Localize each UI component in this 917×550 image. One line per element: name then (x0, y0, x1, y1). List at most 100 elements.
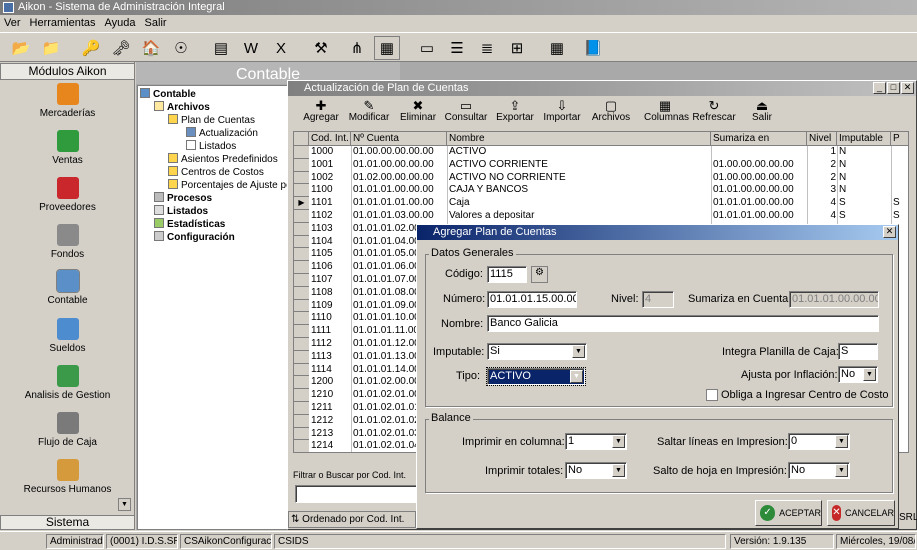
scroll-down-icon[interactable]: ▼ (118, 498, 131, 511)
row-selector[interactable] (294, 325, 309, 338)
column-header[interactable]: P (891, 132, 908, 146)
row-selector[interactable] (294, 389, 309, 402)
row-selector[interactable] (294, 440, 309, 452)
menu-ayuda[interactable]: Ayuda (105, 17, 136, 29)
row-selector[interactable] (294, 414, 309, 428)
tree-node-porcentajes[interactable]: Porcentajes de Ajuste por I (168, 179, 288, 192)
table-row[interactable]: ▶ 1101 01.01.01.01.00.00 Caja 01.01.01.00.00… (294, 197, 908, 211)
row-selector[interactable] (294, 274, 309, 287)
exportar-button[interactable]: ⇪ Exportar (494, 98, 536, 123)
tree-node-actualizacion[interactable]: Actualización (186, 127, 258, 140)
salir-button[interactable]: ⏏ Salir (748, 98, 776, 123)
chevron-down-icon[interactable]: ▼ (863, 368, 876, 381)
report-icon[interactable]: ▤ (208, 36, 234, 60)
tree-node-plan-cuentas[interactable]: Plan de Cuentas (168, 114, 255, 127)
row-selector[interactable] (294, 248, 309, 262)
module-proveedores[interactable]: Proveedores (0, 177, 135, 213)
table-icon[interactable]: ⊞ (504, 36, 530, 60)
row-selector[interactable] (294, 427, 309, 441)
eliminar-button[interactable]: ✖ Eliminar (398, 98, 438, 123)
column-header[interactable]: Nombre (447, 132, 711, 146)
row-selector[interactable] (294, 171, 309, 185)
module-sueldos[interactable]: Sueldos (0, 318, 135, 354)
key-icon[interactable]: 🗝 (108, 36, 134, 60)
tree-node-listados-root[interactable]: Listados (154, 205, 208, 218)
importar-button[interactable]: ⇩ Importar (542, 98, 582, 123)
row-selector[interactable] (294, 338, 309, 351)
row-selector[interactable] (294, 184, 309, 198)
chevron-down-icon[interactable]: ▼ (572, 345, 585, 358)
tree-node-archivos[interactable]: Archivos (154, 101, 210, 114)
row-selector[interactable] (294, 210, 309, 223)
table-row[interactable]: 1000 01.00.00.00.00.00 ACTIVO 1 N (294, 146, 908, 159)
codigo-input[interactable]: 1115 (487, 266, 527, 283)
column-header[interactable]: Sumariza en (711, 132, 807, 146)
menu-salir[interactable]: Salir (145, 17, 167, 29)
window-icon[interactable]: ▭ (414, 36, 440, 60)
user-key-icon[interactable]: 🔑 (78, 36, 104, 60)
fingerprint-icon[interactable]: ☉ (168, 36, 194, 60)
folder-open-icon[interactable]: 📂 (8, 36, 34, 60)
tipo-select[interactable]: ACTIVO ▼ (486, 367, 586, 386)
filter-input[interactable] (295, 485, 417, 503)
row-selector[interactable] (294, 363, 309, 377)
table-row[interactable]: 1102 01.01.01.03.00.00 Valores a depositar… (294, 210, 908, 223)
module-flujo-caja[interactable]: Flujo de Caja (0, 412, 135, 448)
row-selector[interactable] (294, 146, 309, 159)
modules-icon[interactable]: ▦ (544, 36, 570, 60)
tree-node-estadisticas[interactable]: Estadísticas (154, 218, 225, 231)
salto-hoja-select[interactable]: No ▼ (788, 462, 850, 479)
row-selector[interactable] (294, 376, 309, 390)
imputable-select[interactable]: Si ▼ (487, 343, 587, 360)
table-row[interactable]: 1001 01.01.00.00.00.00 ACTIVO CORRIENTE 01.… (294, 158, 908, 172)
columnas-button[interactable]: ▦ Columnas (644, 98, 689, 123)
row-selector[interactable] (294, 312, 309, 326)
chevron-down-icon[interactable]: ▼ (835, 464, 848, 477)
close-icon[interactable]: ✕ (883, 226, 896, 238)
list-icon[interactable]: ☰ (444, 36, 470, 60)
column-header[interactable]: Nº Cuenta (351, 132, 447, 146)
module-recursos-humanos[interactable]: Recursos Humanos (0, 459, 135, 495)
saltar-select[interactable]: 0 ▼ (788, 433, 850, 450)
details-icon[interactable]: ≣ (474, 36, 500, 60)
obliga-checkbox[interactable] (706, 389, 718, 401)
module-fondos[interactable]: Fondos (0, 224, 135, 260)
menu-ver[interactable]: Ver (4, 17, 21, 29)
chevron-down-icon[interactable]: ▼ (612, 464, 625, 477)
sidebar-header[interactable]: Módulos Aikon (0, 63, 135, 80)
tree-node-centros[interactable]: Centros de Costos (168, 166, 264, 179)
book-icon[interactable]: 📘 (580, 36, 606, 60)
consultar-button[interactable]: ▭ Consultar (444, 98, 488, 123)
close-icon[interactable]: ✕ (901, 82, 914, 94)
tree-node-procesos[interactable]: Procesos (154, 192, 212, 205)
module-analisis[interactable]: Analisis de Gestion (0, 365, 135, 401)
chevron-down-icon[interactable]: ▼ (612, 435, 625, 448)
lookup-icon[interactable]: ⚙ (531, 266, 548, 283)
ajusta-select[interactable]: No ▼ (838, 366, 878, 383)
row-selector[interactable] (294, 222, 309, 236)
imprimir-col-select[interactable]: 1 ▼ (565, 433, 627, 450)
sidebar-footer[interactable]: Sistema (0, 515, 135, 530)
minimize-icon[interactable]: _ (873, 82, 886, 94)
menu-herramientas[interactable]: Herramientas (30, 17, 96, 29)
tree-node-contable[interactable]: Contable (140, 88, 196, 101)
tools-icon[interactable]: ⚒ (308, 36, 334, 60)
tree-node-listados[interactable]: Listados (186, 140, 236, 153)
chevron-down-icon[interactable]: ▼ (570, 370, 583, 383)
refrescar-button[interactable]: ↻ Refrescar (692, 98, 736, 123)
tree-node-asientos[interactable]: Asientos Predefinidos (168, 153, 278, 166)
word-icon[interactable]: W (238, 36, 264, 60)
module-mercaderias[interactable]: Mercaderías (0, 83, 135, 119)
agregar-button[interactable]: ✚ Agregar (302, 98, 340, 123)
tree-icon[interactable]: ⋔ (344, 36, 370, 60)
column-header[interactable]: Nivel (807, 132, 837, 146)
cancelar-button[interactable]: ✕ CANCELAR (827, 500, 895, 526)
row-selector[interactable] (294, 286, 309, 300)
chevron-down-icon[interactable]: ▼ (835, 435, 848, 448)
current-row-icon[interactable]: ▶ (294, 197, 309, 210)
maximize-icon[interactable]: □ (887, 82, 900, 94)
row-selector[interactable] (294, 261, 309, 274)
tree-node-configuracion[interactable]: Configuración (154, 231, 235, 244)
imprimir-tot-select[interactable]: No ▼ (565, 462, 627, 479)
table-row[interactable]: 1100 01.01.01.00.00.00 CAJA Y BANCOS 01.01.… (294, 184, 908, 198)
